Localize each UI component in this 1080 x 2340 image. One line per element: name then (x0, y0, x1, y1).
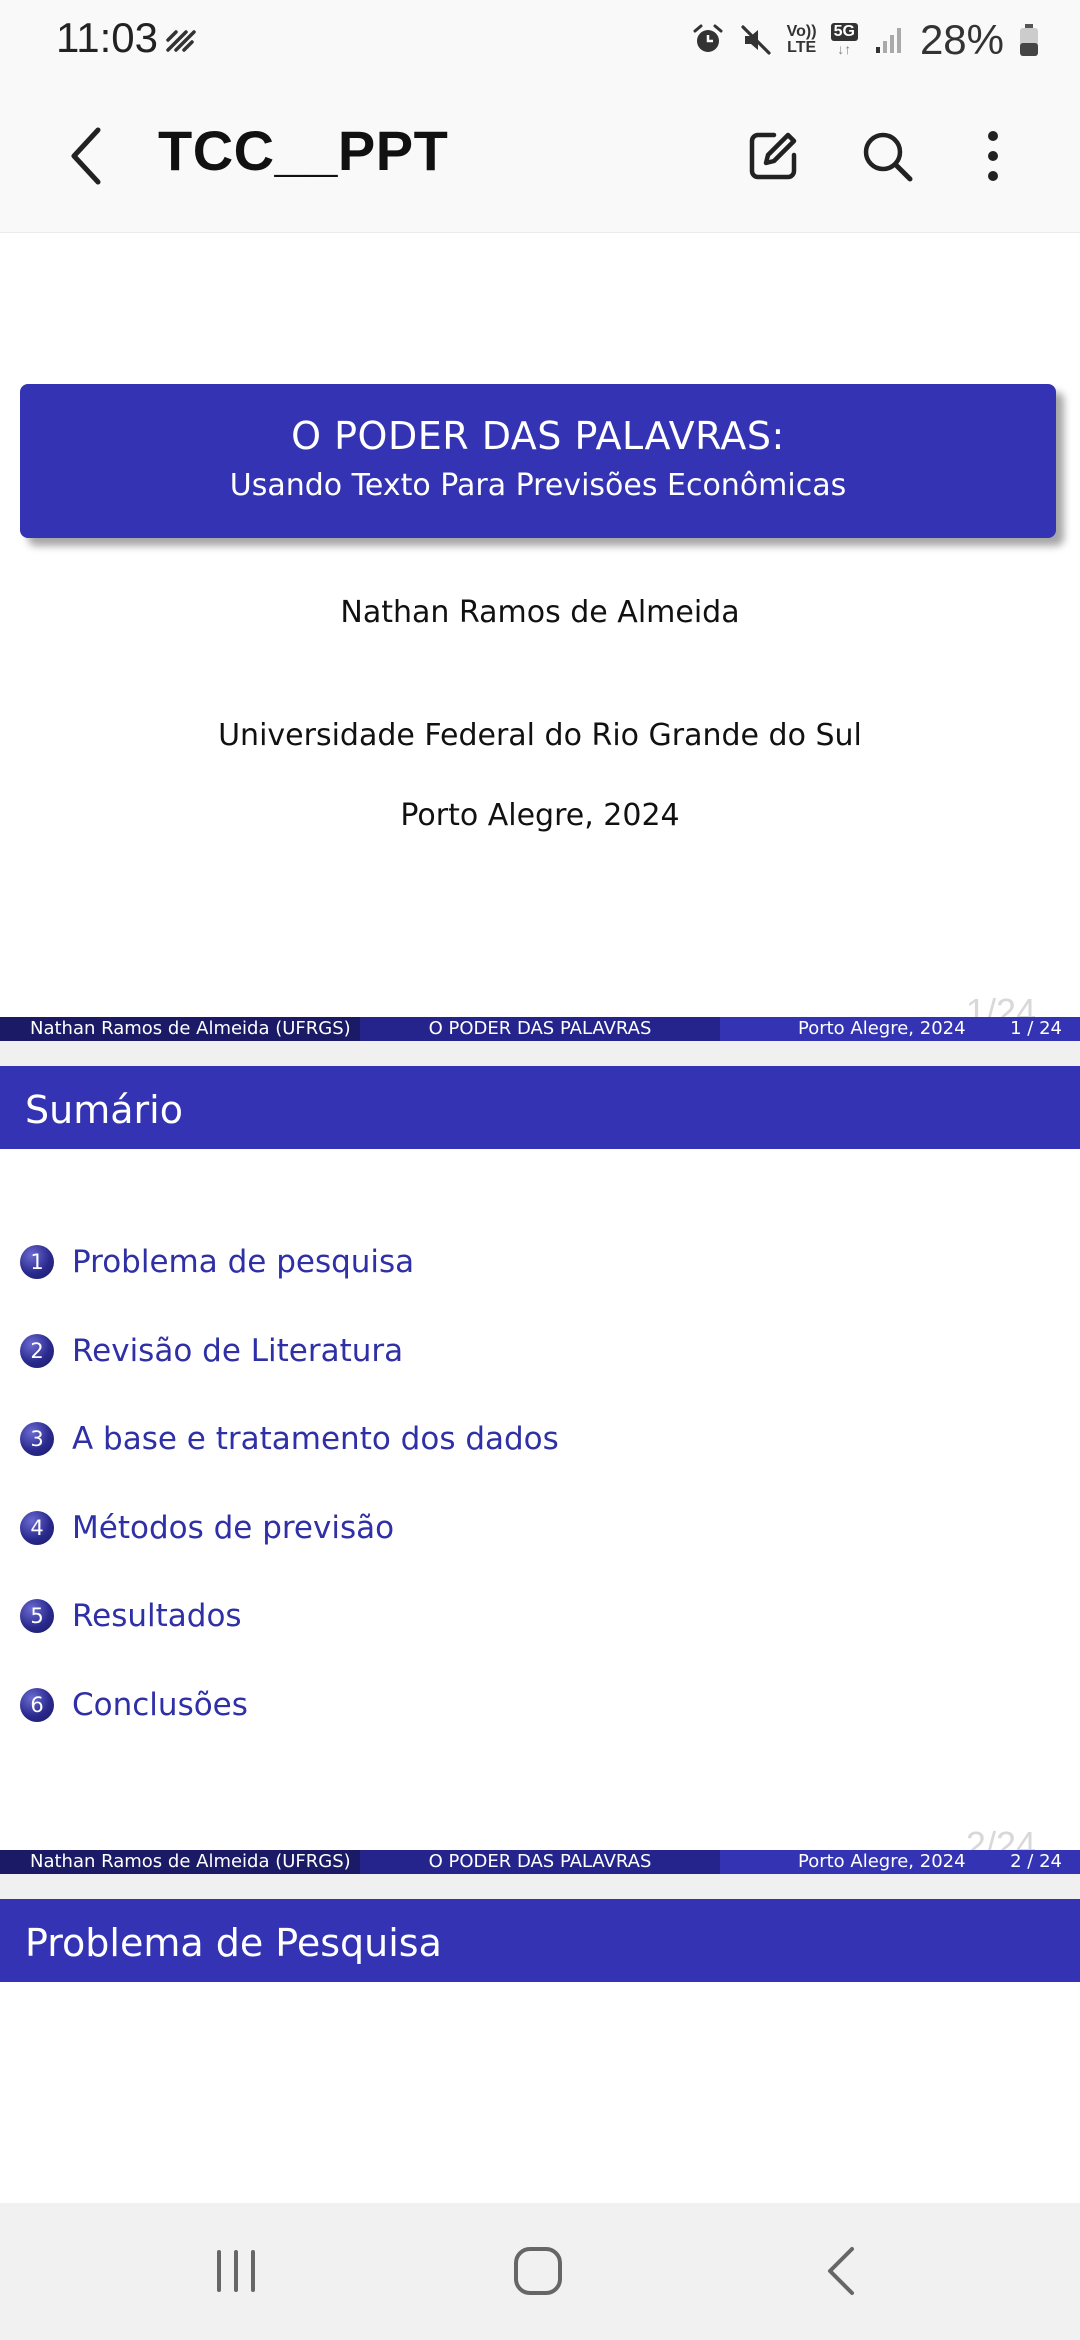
search-icon (863, 132, 913, 182)
footer-author: Nathan Ramos de Almeida (UFRGS) (0, 1850, 360, 1874)
presentation-subtitle: Usando Texto Para Previsões Econômicas (229, 468, 847, 503)
document-viewer[interactable]: O PODER DAS PALAVRAS: Usando Texto Para … (0, 233, 1080, 2203)
home-button[interactable] (498, 2239, 578, 2303)
toc-item[interactable]: 5 Resultados (20, 1572, 1020, 1661)
toc-item[interactable]: 2 Revisão de Literatura (20, 1307, 1020, 1396)
status-icons: Vo)) LTE 5G ↓↑ 28% (691, 14, 1040, 66)
footer-author: Nathan Ramos de Almeida (UFRGS) (0, 1017, 360, 1041)
network-5g-indicator: 5G ↓↑ (830, 23, 858, 57)
footer-page-number: 2 / 24 (1010, 1851, 1062, 1872)
toc-item[interactable]: 3 A base e tratamento dos dados (20, 1395, 1020, 1484)
footer-page-number: 1 / 24 (1010, 1018, 1062, 1039)
frame-title: Sumário (0, 1066, 1080, 1149)
presentation-title: O PODER DAS PALAVRAS: (291, 414, 785, 458)
slide-footer: Nathan Ramos de Almeida (UFRGS) O PODER … (0, 1850, 1080, 1874)
title-block: O PODER DAS PALAVRAS: Usando Texto Para … (20, 384, 1056, 538)
toc-label[interactable]: Resultados (72, 1598, 242, 1634)
slide-footer: Nathan Ramos de Almeida (UFRGS) O PODER … (0, 1017, 1080, 1041)
footer-date: Porto Alegre, 2024 (798, 1018, 966, 1039)
toc-item[interactable]: 6 Conclusões (20, 1661, 1020, 1750)
institution: Universidade Federal do Rio Grande do Su… (218, 718, 862, 753)
nav-back-button[interactable] (802, 2239, 882, 2303)
five-g-badge: 5G (830, 23, 858, 41)
table-of-contents: 1 Problema de pesquisa 2 Revisão de Lite… (20, 1218, 1020, 1749)
more-vert-icon (988, 131, 998, 181)
toc-label[interactable]: Métodos de previsão (72, 1510, 394, 1546)
toc-item[interactable]: 4 Métodos de previsão (20, 1484, 1020, 1573)
footer-title: O PODER DAS PALAVRAS (360, 1850, 720, 1874)
toc-label[interactable]: Revisão de Literatura (72, 1333, 403, 1369)
toc-label[interactable]: Conclusões (72, 1687, 248, 1723)
slide-1: O PODER DAS PALAVRAS: Usando Texto Para … (0, 233, 1080, 1041)
toc-label[interactable]: Problema de pesquisa (72, 1244, 414, 1280)
navigation-bar (0, 2203, 1080, 2340)
frame-title: Problema de Pesquisa (0, 1899, 1080, 1982)
footer-right: Porto Alegre, 2024 2 / 24 (720, 1850, 1080, 1874)
status-time: 11:03 (56, 14, 158, 61)
more-options-button[interactable] (958, 118, 1028, 194)
slide-2: Sumário 1 Problema de pesquisa 2 Revisão… (0, 1066, 1080, 1874)
nav-back-icon (828, 2247, 854, 2295)
alarm-icon (693, 24, 723, 52)
toc-number: 2 (20, 1333, 54, 1368)
status-bar: 11:03 Vo)) LTE 5G ↓↑ 28% (0, 0, 1080, 80)
toc-label[interactable]: A base e tratamento dos dados (72, 1421, 559, 1457)
battery-percent: 28% (919, 16, 1004, 63)
edit-icon (749, 132, 797, 180)
data-saver-icon (166, 30, 196, 52)
volte-indicator: Vo)) LTE (787, 24, 817, 56)
home-icon (514, 2247, 562, 2295)
lte-text: LTE (787, 39, 817, 56)
battery-icon (1020, 24, 1038, 56)
toc-item[interactable]: 1 Problema de pesquisa (20, 1218, 1020, 1307)
edit-button[interactable] (738, 118, 808, 194)
footer-right: Porto Alegre, 2024 1 / 24 (720, 1017, 1080, 1041)
footer-title: O PODER DAS PALAVRAS (360, 1017, 720, 1041)
back-button[interactable] (62, 124, 114, 188)
slide-3: Problema de Pesquisa (0, 1899, 1080, 2203)
toc-number: 5 (20, 1599, 54, 1634)
document-title: TCC__PPT (158, 119, 449, 182)
toc-number: 1 (20, 1245, 54, 1280)
footer-date: Porto Alegre, 2024 (798, 1851, 966, 1872)
place-date: Porto Alegre, 2024 (400, 798, 680, 833)
toc-number: 6 (20, 1687, 54, 1722)
signal-icon (875, 28, 901, 53)
recent-apps-icon (217, 2250, 255, 2292)
mute-icon (741, 25, 771, 55)
recent-apps-button[interactable] (196, 2239, 276, 2303)
app-bar: TCC__PPT (0, 80, 1080, 233)
toc-number: 3 (20, 1422, 54, 1457)
data-activity-icon: ↓↑ (837, 41, 852, 57)
toc-number: 4 (20, 1510, 54, 1545)
author-name: Nathan Ramos de Almeida (340, 595, 740, 630)
search-button[interactable] (852, 118, 922, 194)
volte-text: Vo)) (786, 23, 817, 40)
back-arrow-icon (71, 127, 101, 185)
